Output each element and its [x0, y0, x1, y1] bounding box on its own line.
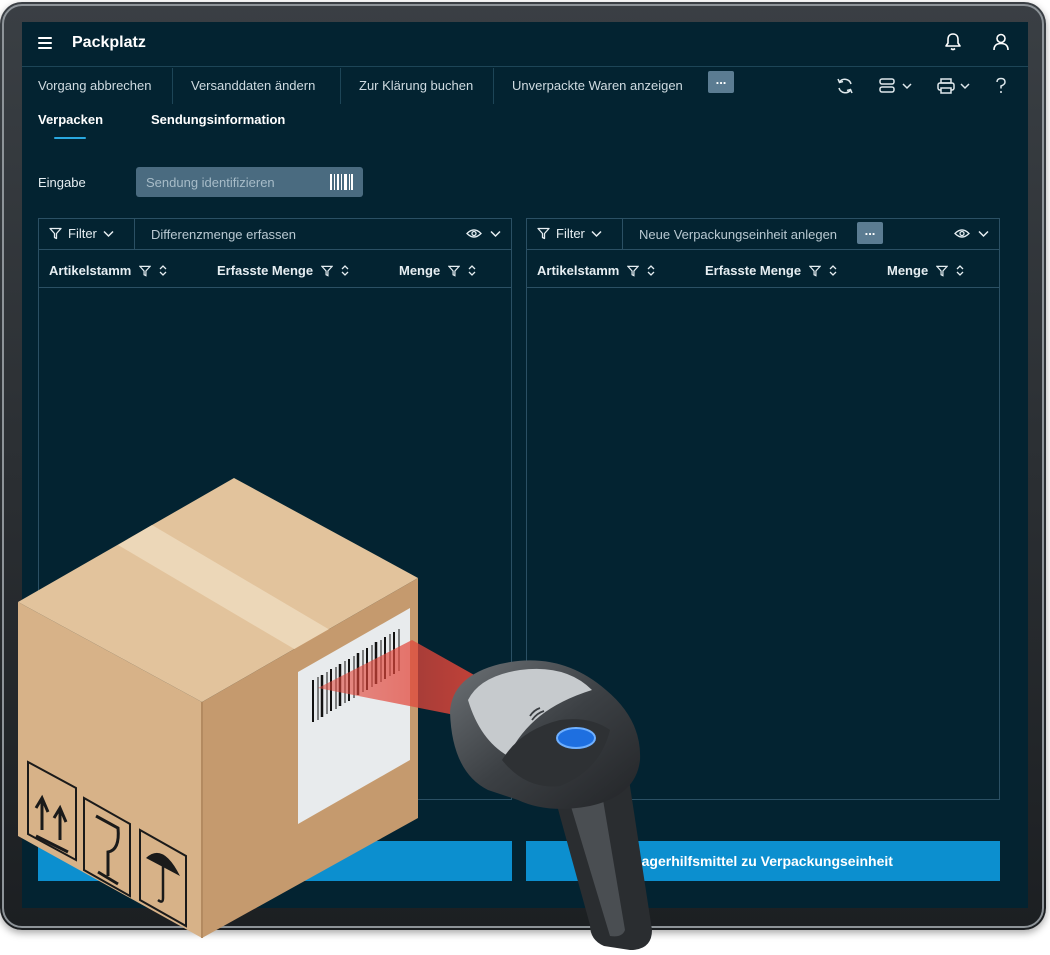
scanner-trigger-button	[556, 727, 596, 749]
barcode-scanner	[450, 660, 652, 950]
package-scanner-illustration	[18, 478, 652, 950]
